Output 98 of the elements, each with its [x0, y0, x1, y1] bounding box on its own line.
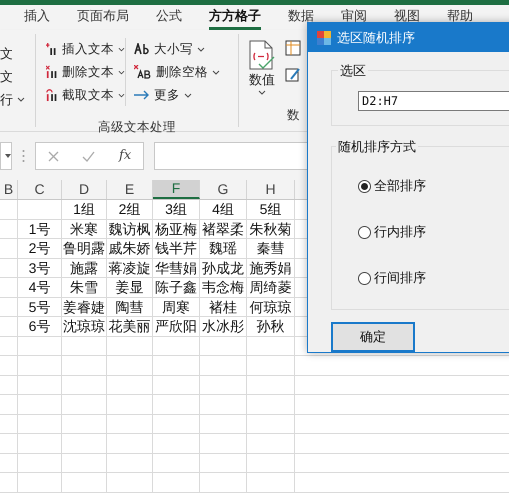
table-cell: 姜显	[116, 280, 144, 294]
app-icon	[317, 30, 331, 44]
table-cell: 周寒	[162, 300, 190, 314]
ok-button[interactable]: 确定	[331, 322, 415, 352]
table-cell: 秦彗	[256, 241, 284, 256]
column-header[interactable]: B	[0, 180, 18, 199]
table-cell: 钱半芹	[155, 241, 197, 256]
caret-icon	[212, 70, 220, 74]
table-cell: 韦念梅	[202, 280, 244, 294]
caret-icon	[118, 46, 125, 52]
document-check-icon	[248, 40, 276, 70]
name-box[interactable]	[0, 142, 12, 170]
ribbon-button[interactable]: 截取文本	[46, 84, 125, 106]
table-cell: 5组	[260, 202, 282, 216]
extract-text-icon	[46, 87, 58, 103]
table-cell: 戚朱娇	[108, 241, 150, 256]
table-cell: 4号	[28, 280, 50, 294]
caret-icon	[118, 92, 125, 98]
table-cell: 孙成龙	[202, 260, 244, 275]
table-cell: 3组	[165, 202, 187, 216]
ribbon-tab[interactable]: 审阅	[341, 5, 367, 30]
ribbon-button[interactable]: 插入文本	[46, 38, 125, 60]
table-cell: 姜睿婕	[63, 300, 105, 314]
ribbon-tab[interactable]: 插入	[24, 5, 50, 30]
radio-button[interactable]	[358, 180, 371, 192]
table-cell: 朱秋菊	[250, 222, 292, 236]
ribbon-tab[interactable]: 页面布局	[77, 5, 129, 30]
ribbon-button[interactable]: 删除空格	[134, 61, 220, 83]
ribbon-tab[interactable]: 帮助	[447, 5, 473, 30]
table-cell: 5号	[28, 300, 50, 314]
ribbon-tab[interactable]: 公式	[156, 5, 182, 30]
ribbon-item-text[interactable]: 行	[0, 88, 35, 111]
radio-button[interactable]	[358, 272, 371, 284]
arrow-right-icon	[134, 90, 150, 100]
table-cell: 4组	[212, 202, 234, 216]
table-cell: 魏访枫	[108, 222, 150, 236]
column-header[interactable]: H	[247, 180, 295, 199]
table-cell: 魏瑶	[209, 241, 237, 256]
dialog-title: 选区随机排序	[337, 28, 415, 47]
delete-text-icon	[46, 64, 58, 80]
table-cell: 蒋凌旋	[108, 260, 150, 275]
check-icon[interactable]	[82, 150, 96, 162]
table-cell: 鲁明露	[63, 241, 105, 256]
table-cell: 何琼琼	[250, 300, 292, 314]
number-button[interactable]: 数值	[239, 34, 285, 106]
table-cell: 杨亚梅	[155, 222, 197, 236]
table-cell: 陈子鑫	[155, 280, 197, 294]
table-cell: 花美丽	[108, 319, 150, 334]
column-header[interactable]: C	[18, 180, 62, 199]
table-cell: 褚翠柔	[202, 222, 244, 236]
group-label: 高级文本处理	[97, 119, 177, 136]
caret-icon	[258, 90, 266, 94]
caret-icon	[118, 70, 125, 74]
table-cell: 严欣阳	[155, 319, 197, 334]
range-input[interactable]: D2:H7	[358, 91, 509, 111]
case-letters-icon	[134, 43, 150, 55]
caret-icon	[184, 92, 192, 98]
table-cell: 陶彗	[116, 300, 144, 314]
radio-option[interactable]: 行间排序	[358, 269, 509, 287]
table-cell: 1号	[28, 222, 50, 236]
insert-text-icon	[46, 41, 58, 57]
table-cell: 沈琼琼	[63, 319, 105, 334]
ribbon-button[interactable]: 大小写	[134, 38, 220, 60]
ribbon-item-text[interactable]: 文	[0, 65, 35, 88]
table-cell: 褚桂	[209, 300, 237, 314]
table-cell: 6号	[28, 319, 50, 334]
table-cell: 3号	[28, 260, 50, 275]
table-cell: 华彗娟	[155, 260, 197, 275]
table-cell: 1组	[73, 202, 95, 216]
table-cell: 2号	[28, 241, 50, 256]
caret-icon	[197, 46, 205, 52]
table-icon	[285, 40, 301, 56]
table-cell: 施露	[70, 260, 98, 275]
radio-button[interactable]	[358, 226, 371, 238]
table-cell: 米寒	[70, 222, 98, 236]
table-edit-icon	[285, 66, 301, 82]
ribbon-button[interactable]: 删除文本	[46, 61, 125, 83]
column-header[interactable]: G	[200, 180, 247, 199]
caret-icon	[5, 154, 11, 158]
ribbon-tab[interactable]: 视图	[394, 5, 420, 30]
table-cell: 施秀娟	[250, 260, 292, 275]
column-header[interactable]: F	[153, 180, 200, 199]
table-cell: 周绮菱	[250, 280, 292, 294]
table-cell: 水冰彤	[202, 319, 244, 334]
function-button[interactable]: fx	[119, 146, 132, 166]
grip-icon	[22, 149, 25, 163]
radio-option[interactable]: 全部排序	[358, 177, 509, 195]
table-cell: 朱雪	[70, 280, 98, 294]
table-cell: 孙秋	[256, 319, 284, 334]
table-cell: 2组	[118, 202, 140, 216]
ribbon-button[interactable]: 更多	[134, 84, 220, 106]
caret-icon	[17, 97, 25, 102]
column-header[interactable]: D	[62, 180, 107, 199]
ribbon-item-text[interactable]: 文	[0, 42, 35, 65]
radio-option[interactable]: 行内排序	[358, 223, 509, 241]
ribbon-tab[interactable]: 数据	[288, 5, 314, 30]
group-label: 数	[286, 107, 301, 124]
remove-space-icon	[134, 65, 152, 79]
